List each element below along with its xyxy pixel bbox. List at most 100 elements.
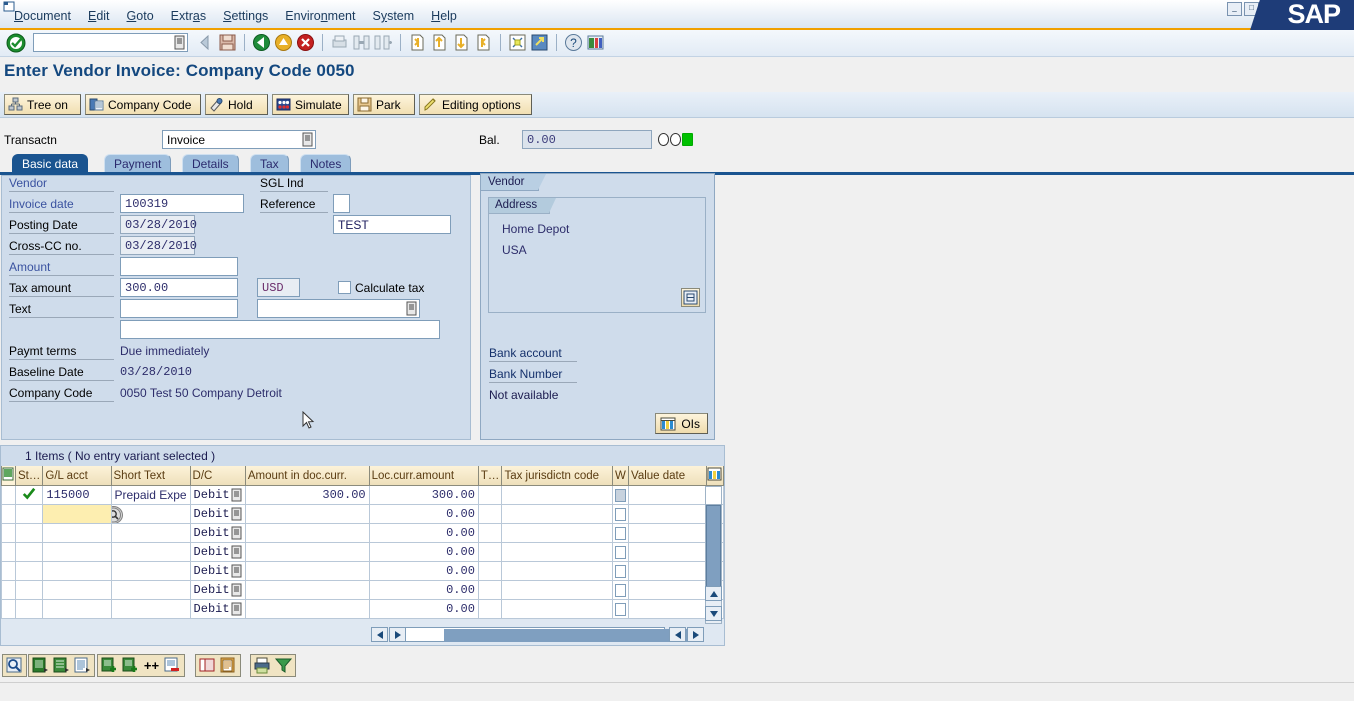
insert-line-icon[interactable]: [100, 656, 119, 675]
tab-payment[interactable]: Payment: [104, 154, 172, 173]
paste-icon[interactable]: [219, 656, 238, 675]
debit-credit-dropdown-icon[interactable]: [231, 564, 243, 578]
row-tax-code[interactable]: [477, 580, 503, 600]
withholding-box[interactable]: [615, 602, 627, 616]
withholding-box[interactable]: [615, 545, 627, 559]
grid-vertical-scrollbar[interactable]: [705, 486, 722, 624]
row-tax-code[interactable]: [477, 523, 503, 543]
first-page-icon[interactable]: [408, 33, 427, 52]
short-text-header[interactable]: Short Text: [110, 466, 191, 486]
table-row[interactable]: Debit 0.00: [1, 523, 725, 543]
row-withholding[interactable]: [612, 485, 630, 505]
row-gl-acct[interactable]: [42, 580, 112, 600]
cross-cc-no-input[interactable]: [120, 257, 238, 276]
print-doc-icon[interactable]: [253, 656, 272, 675]
table-row[interactable]: Debit 0.00: [1, 599, 725, 619]
hscroll-left-button[interactable]: [371, 627, 388, 642]
row-tax-jurisdiction[interactable]: [501, 561, 614, 581]
debit-credit-header[interactable]: D/C: [189, 466, 246, 486]
back-green-icon[interactable]: [252, 33, 271, 52]
row-status-cell[interactable]: [14, 599, 44, 619]
gl-account-header[interactable]: G/L acct: [42, 466, 112, 486]
row-tax-jurisdiction[interactable]: [501, 542, 614, 562]
row-tax-code[interactable]: [477, 561, 503, 581]
amount-input[interactable]: 300.00: [120, 278, 238, 297]
transaction-dropdown-icon[interactable]: [301, 132, 314, 147]
sgl-ind-input[interactable]: [333, 194, 350, 213]
tree-on-button[interactable]: Tree on: [4, 94, 81, 115]
simulate-button[interactable]: Simulate: [272, 94, 349, 115]
row-tax-code[interactable]: [477, 599, 503, 619]
display-overview-icon[interactable]: [31, 656, 50, 675]
menu-item-edit[interactable]: Edit: [88, 9, 110, 23]
open-items-button[interactable]: OIs: [655, 413, 708, 434]
row-gl-acct[interactable]: [42, 504, 112, 524]
row-value-date[interactable]: [628, 523, 707, 543]
row-short-text[interactable]: [110, 561, 191, 581]
row-status-cell[interactable]: [14, 504, 44, 524]
command-field[interactable]: [33, 33, 188, 52]
row-debit-credit[interactable]: Debit: [189, 542, 246, 562]
row-loc-amount[interactable]: 0.00: [368, 580, 479, 600]
search-help-icon[interactable]: [111, 506, 123, 524]
row-short-text[interactable]: [110, 599, 191, 619]
delete-line-icon[interactable]: [163, 656, 182, 675]
row-short-text[interactable]: [110, 504, 191, 524]
row-value-date[interactable]: [628, 580, 707, 600]
row-withholding[interactable]: [612, 504, 630, 524]
row-amount-doc[interactable]: [244, 504, 370, 524]
previous-page-icon[interactable]: [430, 33, 449, 52]
row-debit-credit[interactable]: Debit: [189, 561, 246, 581]
row-debit-credit[interactable]: Debit: [189, 580, 246, 600]
row-short-text[interactable]: [110, 542, 191, 562]
row-short-text[interactable]: [110, 580, 191, 600]
withholding-box[interactable]: [615, 564, 627, 578]
row-tax-jurisdiction[interactable]: [501, 485, 614, 505]
back-arrow-icon[interactable]: [196, 33, 215, 52]
row-tax-jurisdiction[interactable]: [501, 599, 614, 619]
row-tax-jurisdiction[interactable]: [501, 523, 614, 543]
debit-credit-dropdown-icon[interactable]: [231, 602, 243, 616]
layout-menu-icon[interactable]: [586, 33, 605, 52]
tab-notes[interactable]: Notes: [300, 154, 352, 173]
tax-code-dropdown-icon[interactable]: [405, 301, 418, 316]
withholding-header[interactable]: W: [612, 466, 630, 486]
debit-credit-dropdown-icon[interactable]: [231, 545, 243, 559]
row-amount-doc[interactable]: [244, 580, 370, 600]
grid-config-icon[interactable]: [707, 467, 723, 482]
withholding-box[interactable]: [615, 526, 627, 540]
editing-options-button[interactable]: Editing options: [419, 94, 532, 115]
amount-doc-curr-header[interactable]: Amount in doc.curr.: [244, 466, 370, 486]
row-amount-doc[interactable]: [244, 599, 370, 619]
invoice-date-input[interactable]: 03/28/2010: [120, 215, 197, 234]
hscroll-right-button[interactable]: [389, 627, 406, 642]
address-detail-button[interactable]: [681, 288, 700, 307]
row-withholding[interactable]: [612, 523, 630, 543]
row-amount-doc[interactable]: 300.00: [244, 485, 370, 505]
table-row[interactable]: Debit 0.00: [1, 561, 725, 581]
status-header[interactable]: St…: [14, 466, 44, 486]
value-date-header[interactable]: Value date: [628, 466, 707, 486]
row-short-text[interactable]: Prepaid Expe: [110, 485, 191, 505]
row-loc-amount[interactable]: 0.00: [368, 561, 479, 581]
scroll-down-button[interactable]: [705, 606, 722, 621]
row-value-date[interactable]: [628, 504, 707, 524]
enter-ok-icon[interactable]: [6, 33, 26, 53]
tab-basic-data[interactable]: Basic data: [12, 154, 89, 173]
row-tax-jurisdiction[interactable]: [501, 580, 614, 600]
row-status-cell[interactable]: [14, 485, 44, 505]
vendor-input[interactable]: 100319: [120, 194, 244, 213]
row-amount-doc[interactable]: [244, 542, 370, 562]
next-page-icon[interactable]: [452, 33, 471, 52]
row-status-cell[interactable]: [14, 523, 44, 543]
table-row[interactable]: Debit 0.00: [1, 542, 725, 562]
row-gl-acct[interactable]: [42, 542, 112, 562]
tax-code-header[interactable]: T…: [477, 466, 503, 486]
menu-item-settings[interactable]: Settings: [223, 9, 268, 23]
row-value-date[interactable]: [628, 485, 707, 505]
row-value-date[interactable]: [628, 599, 707, 619]
row-debit-credit[interactable]: Debit: [189, 599, 246, 619]
menu-item-document[interactable]: Document: [14, 9, 71, 23]
hscroll-page-right-button[interactable]: [687, 627, 704, 642]
debit-credit-dropdown-icon[interactable]: [231, 488, 243, 502]
